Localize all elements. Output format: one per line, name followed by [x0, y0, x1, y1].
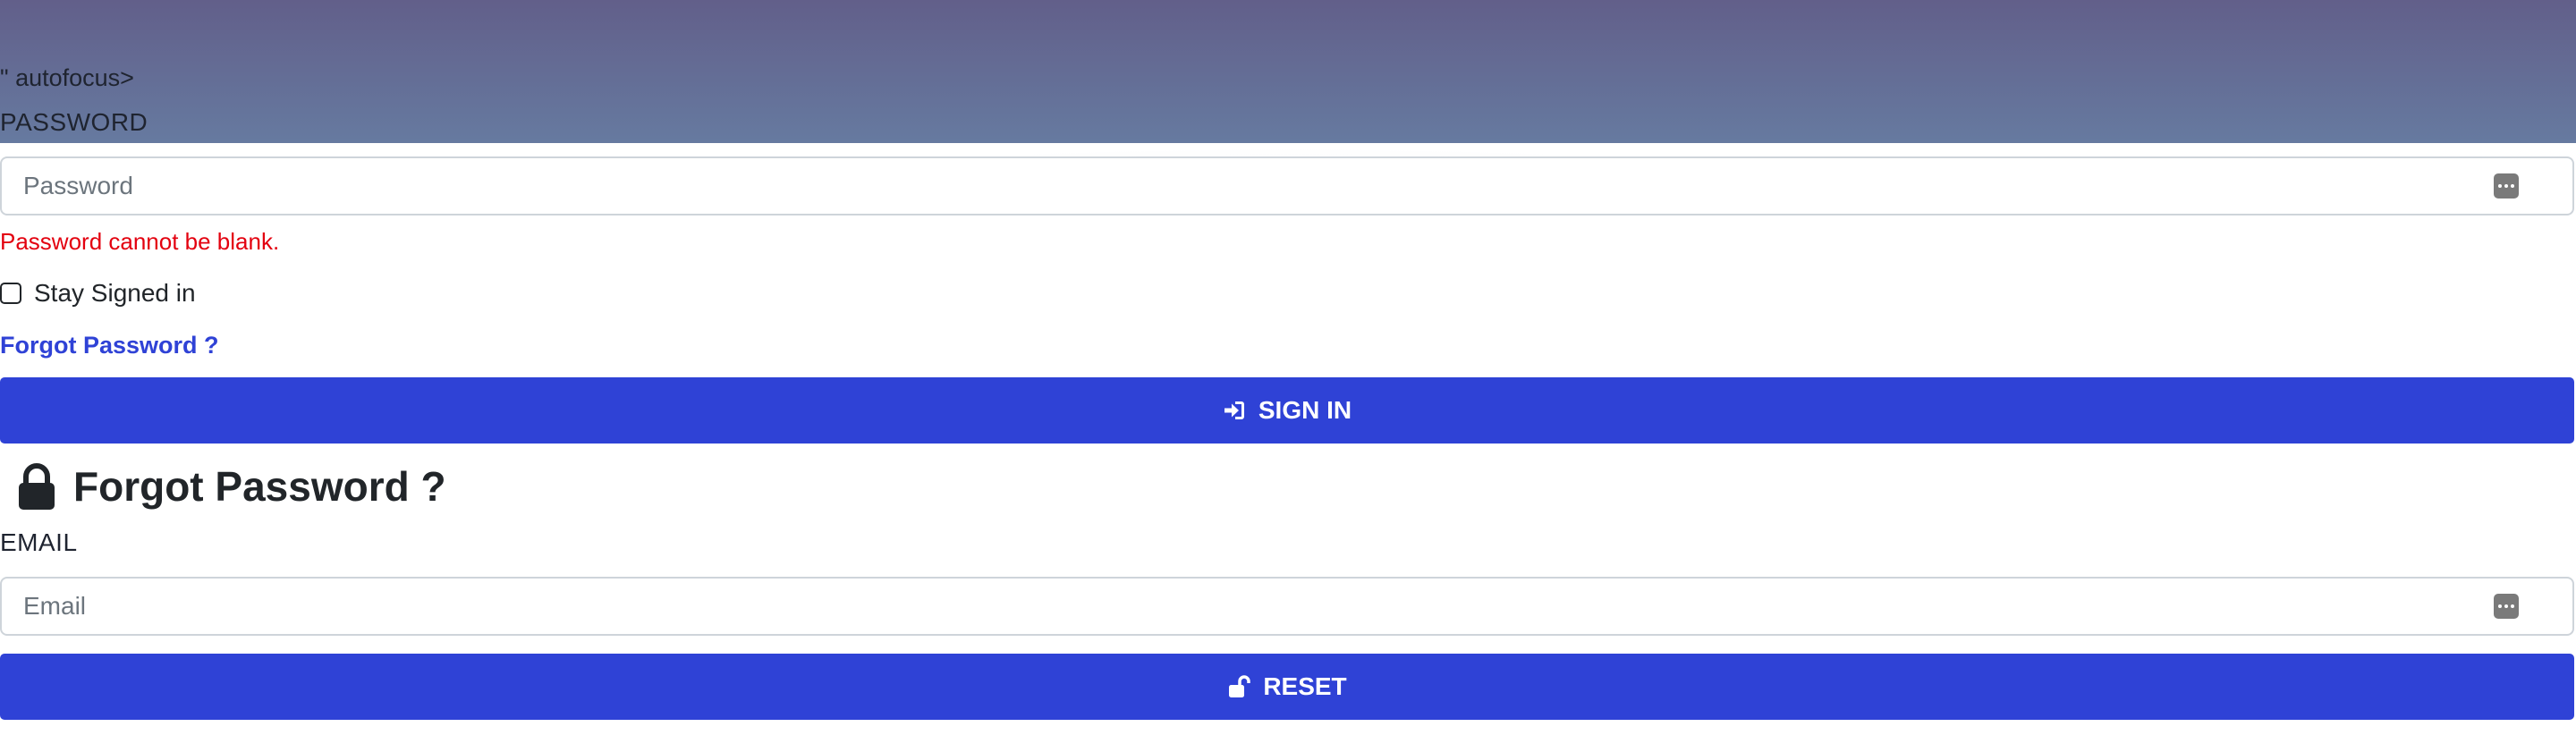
email-field-wrapper	[0, 577, 2574, 636]
reset-label: RESET	[1263, 672, 1347, 700]
password-field-wrapper	[0, 156, 2574, 215]
email-dots-icon[interactable]	[2494, 594, 2519, 619]
stay-signed-in-row[interactable]: Stay Signed in	[0, 277, 196, 309]
reset-button[interactable]: RESET	[0, 654, 2574, 720]
sign-in-button[interactable]: SIGN IN	[0, 377, 2574, 444]
password-error-message: Password cannot be blank.	[0, 228, 280, 255]
stay-signed-in-label[interactable]: Stay Signed in	[34, 279, 196, 308]
password-dots-icon[interactable]	[2494, 173, 2519, 199]
stay-signed-in-checkbox[interactable]	[0, 283, 21, 304]
email-input[interactable]	[2, 579, 2572, 634]
forgot-password-heading-row: Forgot Password ?	[16, 460, 446, 513]
forgot-password-heading: Forgot Password ?	[73, 463, 446, 510]
sign-in-label: SIGN IN	[1258, 396, 1352, 424]
email-label: EMAIL	[0, 528, 78, 556]
password-input[interactable]	[2, 158, 2572, 214]
login-page: " autofocus> PASSWORD Password cannot be…	[0, 0, 2576, 735]
lock-icon	[16, 462, 57, 511]
password-label: PASSWORD	[0, 108, 148, 136]
stray-markup-text: " autofocus>	[0, 64, 134, 91]
header-background	[0, 0, 2576, 143]
forgot-password-link[interactable]: Forgot Password ?	[0, 330, 219, 360]
sign-in-icon	[1224, 401, 1244, 419]
unlock-icon	[1229, 675, 1251, 697]
